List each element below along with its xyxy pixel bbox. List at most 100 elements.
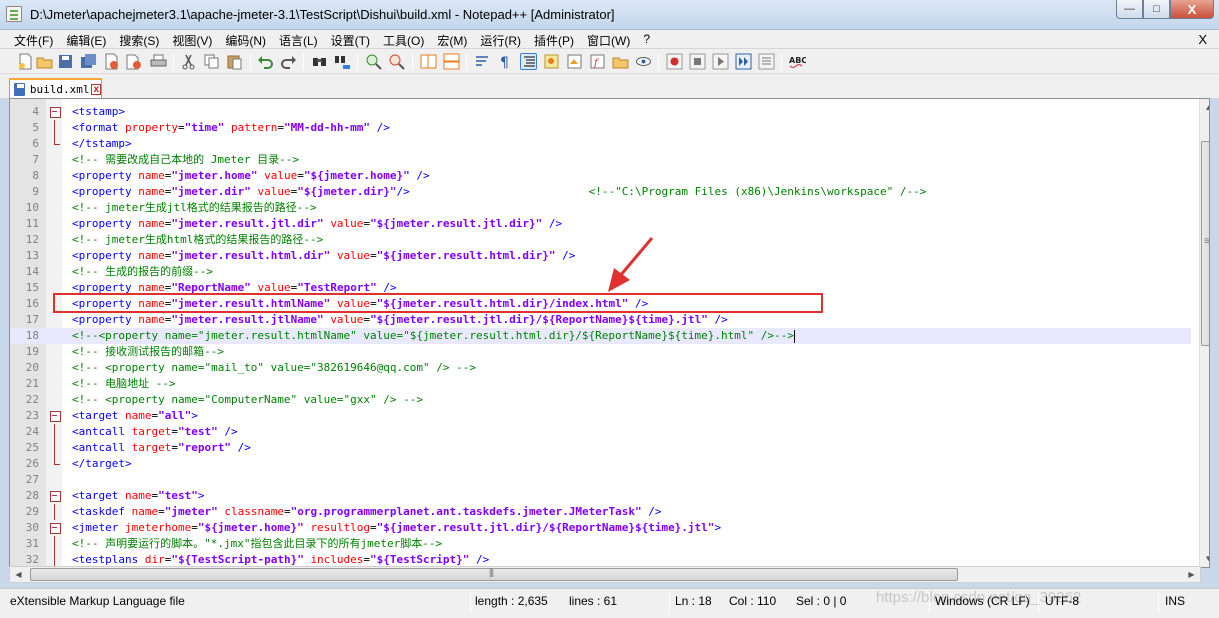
status-insert-mode[interactable]: INS: [1165, 594, 1185, 608]
function-list-icon[interactable]: f: [589, 53, 606, 70]
close-all-icon[interactable]: [125, 53, 142, 70]
menu-plugins[interactable]: 插件(P): [528, 30, 581, 48]
fold-toggle-icon[interactable]: [50, 408, 61, 424]
code-line[interactable]: 22 <!-- <property name="ComputerName" val…: [10, 392, 1191, 408]
menu-encoding[interactable]: 编码(N): [219, 30, 273, 48]
status-separator: [1038, 592, 1039, 612]
menu-macro[interactable]: 宏(M): [431, 30, 474, 48]
code-line[interactable]: 21 <!-- 电脑地址 -->: [10, 376, 1191, 392]
minimize-button[interactable]: —: [1116, 0, 1143, 19]
code-line[interactable]: 18 <!--<property name="jmeter.result.html…: [10, 328, 1191, 344]
show-all-chars-icon[interactable]: ¶: [496, 53, 513, 70]
code-line[interactable]: 23 <target name="all">: [10, 408, 1191, 424]
close-icon[interactable]: [103, 53, 120, 70]
code-line[interactable]: 24 <antcall target="test" />: [10, 424, 1191, 440]
run-macro-multiple-icon[interactable]: [735, 53, 752, 70]
play-macro-icon[interactable]: [712, 53, 729, 70]
fold-toggle-icon[interactable]: [50, 520, 61, 536]
code-line[interactable]: 19 <!-- 接收测试报告的邮箱-->: [10, 344, 1191, 360]
code-line[interactable]: 4 <tstamp>: [10, 104, 1191, 120]
menu-view[interactable]: 视图(V): [166, 30, 219, 48]
code-line[interactable]: 30 <jmeter jmeterhome="${jmeter.home}" re…: [10, 520, 1191, 536]
menu-window[interactable]: 窗口(W): [581, 30, 637, 48]
code-line[interactable]: 5 <format property="time" pattern="MM-dd-…: [10, 120, 1191, 136]
code-lines[interactable]: 4 <tstamp> 5 <format property="time" patter…: [10, 104, 1191, 567]
stop-record-icon[interactable]: [689, 53, 706, 70]
undo-icon[interactable]: [257, 53, 274, 70]
menu-edit[interactable]: 编辑(E): [60, 30, 113, 48]
new-file-icon[interactable]: [17, 53, 34, 70]
code-line[interactable]: 29 <taskdef name="jmeter" classname="org.…: [10, 504, 1191, 520]
close-window-button[interactable]: X: [1170, 0, 1214, 19]
indent-guide-icon[interactable]: [520, 53, 537, 70]
fold-toggle-icon[interactable]: [50, 488, 61, 504]
doc-map-icon[interactable]: [566, 53, 583, 70]
code-line[interactable]: 7 <!-- 需要改成自己本地的 Jmeter 目录-->: [10, 152, 1191, 168]
paste-icon[interactable]: [226, 53, 243, 70]
zoom-out-icon[interactable]: [388, 53, 405, 70]
saved-file-icon: [14, 83, 25, 96]
scroll-down-arrow-icon[interactable]: ▼: [1200, 550, 1209, 567]
udl-icon[interactable]: [543, 53, 560, 70]
code-line[interactable]: 10 <!-- jmeter生成jtl格式的结果报告的路径-->: [10, 200, 1191, 216]
code-line[interactable]: 8 <property name="jmeter.home" value="${j…: [10, 168, 1191, 184]
cut-icon[interactable]: [180, 53, 197, 70]
notepadpp-app-icon[interactable]: [6, 6, 22, 22]
menu-language[interactable]: 语言(L): [273, 30, 325, 48]
status-eol[interactable]: Windows (CR LF): [935, 594, 1030, 608]
code-line[interactable]: 25 <antcall target="report" />: [10, 440, 1191, 456]
save-icon[interactable]: [57, 53, 74, 70]
print-icon[interactable]: [150, 53, 167, 70]
spellcheck-icon[interactable]: ABC: [789, 53, 806, 70]
code-token: <format: [72, 121, 125, 134]
menu-tools[interactable]: 工具(O): [377, 30, 431, 48]
tab-close-button[interactable]: x: [91, 84, 101, 95]
editor[interactable]: 4 <tstamp> 5 <format property="time" patter…: [9, 98, 1210, 568]
sync-horizontal-icon[interactable]: [443, 53, 460, 70]
folder-workspace-icon[interactable]: [612, 53, 629, 70]
code-line[interactable]: 17 <property name="jmeter.result.jtlName"…: [10, 312, 1191, 328]
horizontal-scroll-thumb[interactable]: [30, 567, 958, 581]
line-number: 30: [25, 521, 39, 534]
horizontal-scrollbar[interactable]: ◀ ▶: [9, 566, 1201, 583]
close-document-button[interactable]: X: [1198, 32, 1207, 47]
sync-vertical-icon[interactable]: [420, 53, 437, 70]
save-all-icon[interactable]: [80, 53, 97, 70]
menu-search[interactable]: 搜索(S): [113, 30, 166, 48]
monitor-icon[interactable]: [635, 53, 652, 70]
save-macro-icon[interactable]: [758, 53, 775, 70]
scroll-right-arrow-icon[interactable]: ▶: [1183, 567, 1200, 583]
find-icon[interactable]: [311, 53, 328, 70]
code-line[interactable]: 9 <property name="jmeter.dir" value="${jm…: [10, 184, 1191, 200]
line-number: 15: [25, 281, 39, 294]
menu-help[interactable]: ?: [637, 30, 657, 48]
vertical-scrollbar[interactable]: ▲ ▼: [1199, 99, 1209, 567]
zoom-in-icon[interactable]: [365, 53, 382, 70]
fold-toggle-icon[interactable]: [50, 104, 61, 120]
record-macro-icon[interactable]: [666, 53, 683, 70]
menu-file[interactable]: 文件(F): [8, 30, 60, 48]
open-file-icon[interactable]: [36, 53, 53, 70]
code-line[interactable]: 20 <!-- <property name="mail_to" value="3…: [10, 360, 1191, 376]
code-line[interactable]: 11 <property name="jmeter.result.jtl.dir"…: [10, 216, 1191, 232]
code-line[interactable]: 28 <target name="test">: [10, 488, 1191, 504]
word-wrap-icon[interactable]: [474, 53, 491, 70]
replace-icon[interactable]: [334, 53, 351, 70]
scroll-left-arrow-icon[interactable]: ◀: [10, 567, 27, 583]
vertical-scroll-thumb[interactable]: [1201, 141, 1209, 346]
status-encoding[interactable]: UTF-8: [1045, 594, 1079, 608]
copy-icon[interactable]: [203, 53, 220, 70]
tab-build-xml[interactable]: build.xml x: [9, 78, 102, 99]
code-line[interactable]: 6 </tstamp>: [10, 136, 1191, 152]
code-line[interactable]: 27: [10, 472, 1191, 488]
code-line[interactable]: 31 <!-- 声明要运行的脚本。"*.jmx"指包含此目录下的所有jmeter脚…: [10, 536, 1191, 552]
toolbar-separator: [781, 53, 782, 70]
redo-icon[interactable]: [280, 53, 297, 70]
tab-label: build.xml: [29, 83, 90, 96]
menu-run[interactable]: 运行(R): [474, 30, 528, 48]
line-number: 17: [25, 313, 39, 326]
menu-settings[interactable]: 设置(T): [325, 30, 377, 48]
scroll-up-arrow-icon[interactable]: ▲: [1200, 99, 1209, 116]
code-line[interactable]: 26 </target>: [10, 456, 1191, 472]
maximize-button[interactable]: □: [1143, 0, 1170, 19]
